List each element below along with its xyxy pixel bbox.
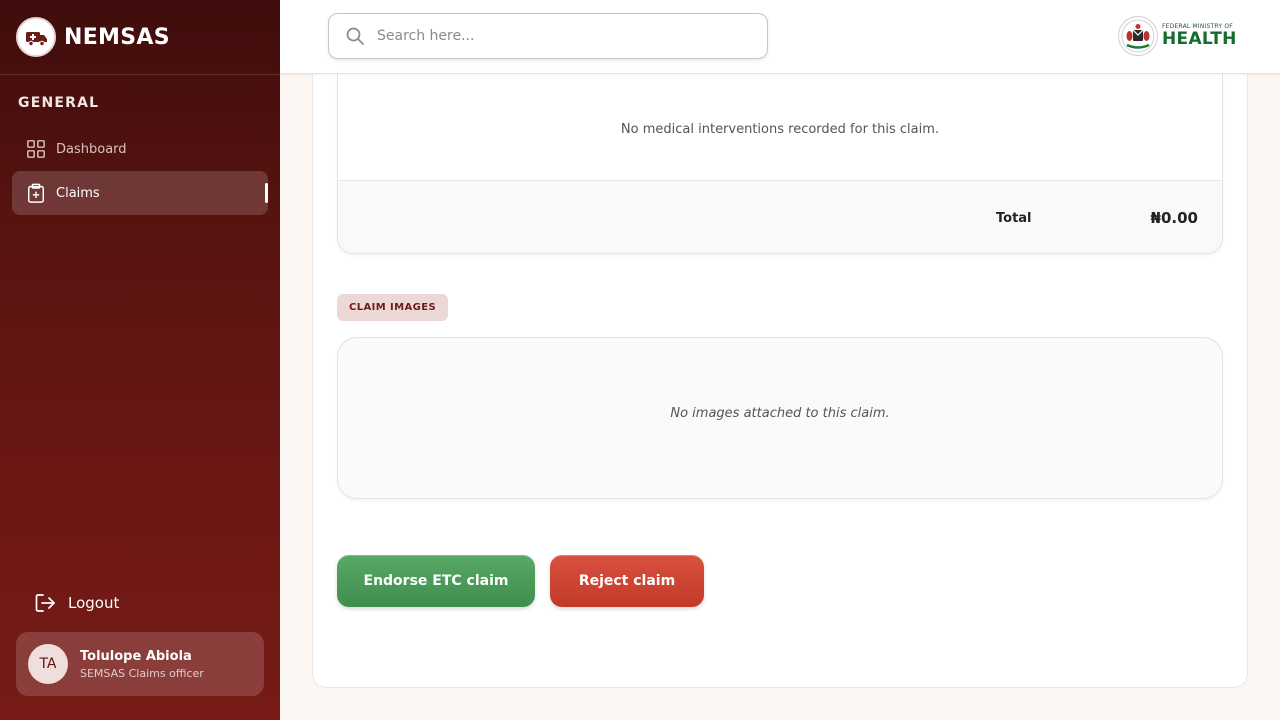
ministry-of-health-logo: FEDERAL MINISTRY OF HEALTH xyxy=(1118,16,1237,56)
reject-claim-button[interactable]: Reject claim xyxy=(550,555,704,607)
search-bar[interactable] xyxy=(328,13,768,59)
coat-of-arms-icon xyxy=(1118,16,1158,56)
logout-button[interactable]: Logout xyxy=(34,592,119,614)
clipboard-plus-icon xyxy=(26,183,46,203)
brand-name: NEMSAS xyxy=(64,24,170,50)
user-card[interactable]: TA Tolulope Abiola SEMSAS Claims officer xyxy=(16,632,264,696)
grid-icon xyxy=(26,139,46,159)
ambulance-logo-icon xyxy=(16,17,56,57)
claim-images-box: No images attached to this claim. xyxy=(337,337,1223,499)
total-value: ₦0.00 xyxy=(1150,209,1198,227)
brand[interactable]: NEMSAS xyxy=(0,0,280,75)
interventions-table: No medical interventions recorded for th… xyxy=(337,74,1223,254)
sidebar-item-dashboard[interactable]: Dashboard xyxy=(12,127,268,171)
logout-icon xyxy=(34,592,56,614)
avatar: TA xyxy=(28,644,68,684)
active-indicator xyxy=(265,183,268,203)
sidebar: NEMSAS GENERAL Dashboard Claims Logout T… xyxy=(0,0,280,720)
search-input[interactable] xyxy=(377,28,737,44)
sidebar-item-label: Dashboard xyxy=(56,141,127,157)
user-role: SEMSAS Claims officer xyxy=(80,666,204,680)
user-name: Tolulope Abiola xyxy=(80,648,192,664)
sidebar-item-label: Claims xyxy=(56,185,100,201)
images-empty-message: No images attached to this claim. xyxy=(670,406,890,421)
interventions-empty-message: No medical interventions recorded for th… xyxy=(620,122,940,137)
endorse-claim-button[interactable]: Endorse ETC claim xyxy=(337,555,535,607)
claim-images-badge: CLAIM IMAGES xyxy=(337,294,449,321)
search-icon xyxy=(345,26,365,46)
top-header: FEDERAL MINISTRY OF HEALTH xyxy=(280,0,1280,74)
section-label-general: GENERAL xyxy=(18,95,100,111)
logout-label: Logout xyxy=(68,594,120,612)
sidebar-item-claims[interactable]: Claims xyxy=(12,171,268,215)
total-label: Total xyxy=(996,211,1032,226)
ministry-big-text: HEALTH xyxy=(1162,29,1237,49)
total-row: Total ₦0.00 xyxy=(338,180,1222,253)
